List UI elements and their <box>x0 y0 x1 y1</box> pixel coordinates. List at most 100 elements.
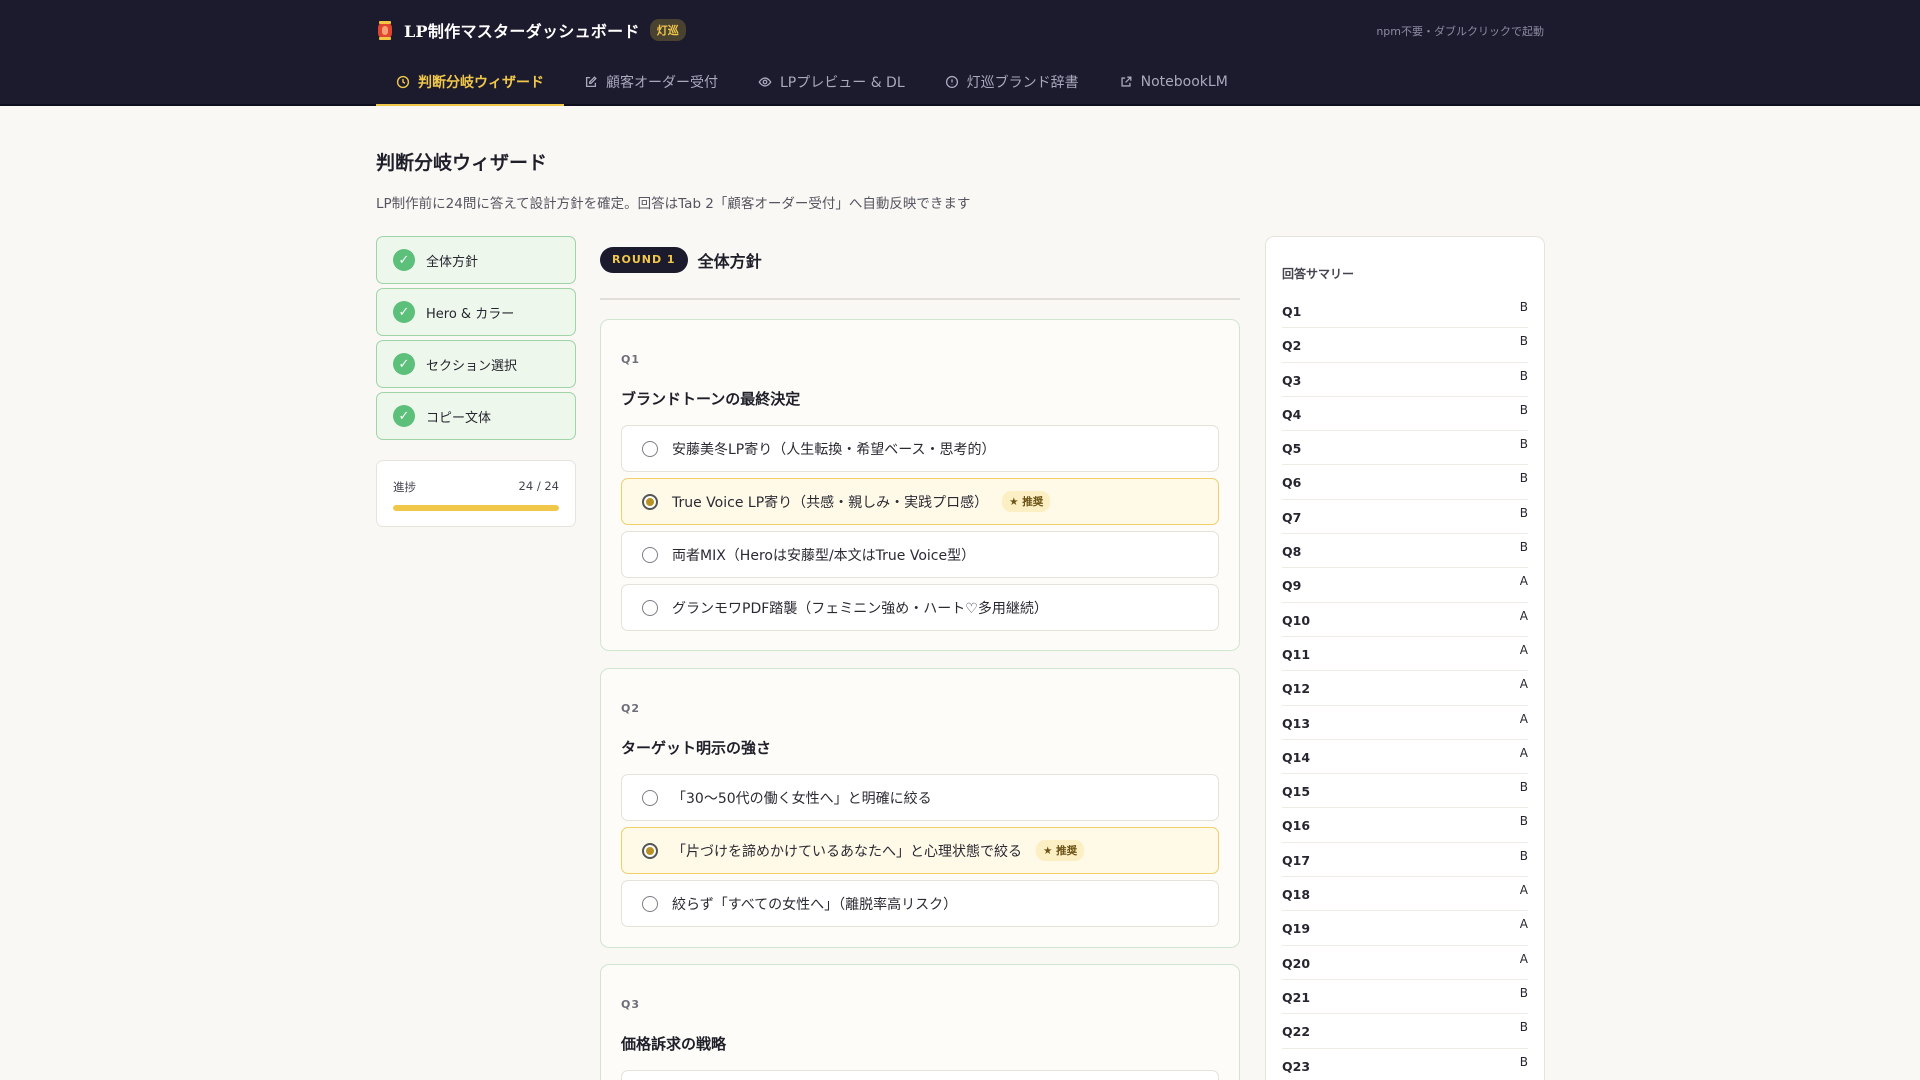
tab-order[interactable]: 顧客オーダー受付 <box>564 58 738 106</box>
option-q2-b[interactable]: 「片づけを諦めかけているあなたへ」と心理状態で絞る ★ 推奨 <box>621 827 1219 874</box>
summary-row: Q3 B <box>1282 363 1528 397</box>
summary-row: Q22 B <box>1282 1014 1528 1049</box>
summary-row: Q8 B <box>1282 534 1528 569</box>
summary-question: Q5 <box>1282 441 1302 457</box>
tab-bar: 判断分岐ウィザード 顧客オーダー受付 LPプレビュー & DL 灯巡ブランド辞書… <box>376 58 1248 106</box>
round-pill: ROUND 1 <box>600 247 688 273</box>
summary-answer: B <box>1519 1054 1528 1069</box>
option-label: True Voice LP寄り（共感・親しみ・実践プロ感） <box>672 494 989 511</box>
summary-answer: A <box>1519 745 1528 760</box>
summary-answer: A <box>1519 574 1528 589</box>
check-icon: ✓ <box>393 353 415 375</box>
tab-dictionary[interactable]: 灯巡ブランド辞書 <box>925 58 1099 106</box>
summary-row: Q18 A <box>1282 877 1528 912</box>
summary-answer: B <box>1519 814 1528 829</box>
check-icon: ✓ <box>393 405 415 427</box>
radio-button[interactable] <box>642 440 658 457</box>
option-label: 絞らず「すべての女性へ」（離脱率高リスク） <box>672 896 958 913</box>
option-label: グランモワPDF踏襲（フェミニン強め・ハート♡多用継続） <box>672 600 1048 617</box>
option-q3-a[interactable] <box>621 1070 1219 1080</box>
option-label: 両者MIX（Heroは安藤型/本文はTrue Voice型） <box>672 547 976 564</box>
radio-button[interactable] <box>642 789 658 806</box>
summary-answer: B <box>1519 402 1528 417</box>
summary-row: Q5 B <box>1282 431 1528 466</box>
option-label: 「片づけを諦めかけているあなたへ」と心理状態で絞る <box>672 843 1022 860</box>
page-title: 判断分岐ウィザード <box>376 152 548 174</box>
tab-label: 顧客オーダー受付 <box>606 75 718 91</box>
option-q1-a[interactable]: 安藤美冬LP寄り（人生転換・希望ベース・思考的） <box>621 425 1219 472</box>
summary-question: Q6 <box>1282 475 1302 491</box>
summary-row: Q7 B <box>1282 500 1528 535</box>
tab-label: 判断分岐ウィザード <box>418 75 544 91</box>
option-q2-c[interactable]: 絞らず「すべての女性へ」（離脱率高リスク） <box>621 880 1219 927</box>
tab-preview[interactable]: LPプレビュー & DL <box>738 58 925 106</box>
question-number: Q2 <box>621 702 641 715</box>
tab-notebooklm[interactable]: NotebookLM <box>1099 58 1248 106</box>
summary-answer: A <box>1519 951 1528 966</box>
option-q1-b[interactable]: True Voice LP寄り（共感・親しみ・実践プロ感） ★ 推奨 <box>621 478 1219 525</box>
option-q1-c[interactable]: 両者MIX（Heroは安藤型/本文はTrue Voice型） <box>621 531 1219 578</box>
question-card-q2: Q2 ターゲット明示の強さ 「30〜50代の働く女性へ」と明確に絞る 「片づけを… <box>600 668 1240 948</box>
round-item-copy-style[interactable]: ✓ コピー文体 <box>376 392 576 440</box>
round-label: セクション選択 <box>426 358 518 374</box>
summary-row: Q21 B <box>1282 980 1528 1015</box>
summary-row: Q10 A <box>1282 603 1528 637</box>
round-label: Hero & カラー <box>426 306 515 322</box>
summary-answer: A <box>1519 711 1528 726</box>
recommended-badge: ★ 推奨 <box>1002 491 1051 512</box>
summary-row: Q11 A <box>1282 637 1528 672</box>
summary-row: Q4 B <box>1282 397 1528 432</box>
summary-answer: B <box>1519 1020 1528 1035</box>
progress-label: 進捗 <box>393 480 416 494</box>
summary-question: Q22 <box>1282 1024 1311 1040</box>
page-description: LP制作前に24問に答えて設計方針を確定。回答はTab 2「顧客オーダー受付」へ… <box>376 196 971 212</box>
radio-button[interactable] <box>642 842 658 859</box>
round-label: コピー文体 <box>426 410 492 426</box>
radio-button[interactable] <box>642 546 658 563</box>
tab-label: 灯巡ブランド辞書 <box>966 75 1079 91</box>
summary-question: Q9 <box>1282 578 1302 594</box>
option-q2-a[interactable]: 「30〜50代の働く女性へ」と明確に絞る <box>621 774 1219 821</box>
summary-row: Q13 A <box>1282 706 1528 740</box>
question-number: Q3 <box>621 998 641 1011</box>
radio-button[interactable] <box>642 895 658 912</box>
brand-badge: 灯巡 <box>649 19 686 41</box>
summary-row: Q9 A <box>1282 568 1528 603</box>
tab-wizard[interactable]: 判断分岐ウィザード <box>376 58 564 106</box>
top-bar: LP制作マスターダッシュボード 灯巡 npm不要・ダブルクリックで起動 判断分岐… <box>0 0 1920 106</box>
summary-question: Q16 <box>1282 818 1311 834</box>
round-item-sections[interactable]: ✓ セクション選択 <box>376 340 576 388</box>
option-label: 安藤美冬LP寄り（人生転換・希望ベース・思考的） <box>672 441 996 458</box>
summary-question: Q11 <box>1282 646 1311 662</box>
round-item-hero-color[interactable]: ✓ Hero & カラー <box>376 288 576 336</box>
round-label: 全体方針 <box>426 254 479 270</box>
summary-title: 回答サマリー <box>1282 267 1355 281</box>
app-title: LP制作マスターダッシュボード <box>404 22 640 41</box>
question-title: ブランドトーンの最終決定 <box>621 390 801 408</box>
summary-row: Q12 A <box>1282 671 1528 706</box>
external-link-icon <box>1121 76 1132 87</box>
progress-count: 24 / 24 <box>518 479 559 493</box>
summary-answer: B <box>1519 334 1528 349</box>
summary-answer: A <box>1519 677 1528 692</box>
summary-row: Q17 B <box>1282 843 1528 878</box>
summary-question: Q4 <box>1282 406 1302 422</box>
eye-icon <box>758 77 772 87</box>
summary-row: Q1 B <box>1282 294 1528 329</box>
summary-question: Q7 <box>1282 509 1302 525</box>
round-list: ✓ 全体方針 ✓ Hero & カラー ✓ セクション選択 ✓ コピー文体 <box>376 236 576 444</box>
summary-row: Q14 A <box>1282 740 1528 775</box>
question-number: Q1 <box>621 353 641 366</box>
summary-row: Q19 A <box>1282 911 1528 946</box>
summary-question: Q3 <box>1282 372 1302 388</box>
round-item-overall[interactable]: ✓ 全体方針 <box>376 236 576 284</box>
radio-button[interactable] <box>642 599 658 616</box>
lantern-icon <box>376 18 394 42</box>
summary-question: Q12 <box>1282 681 1311 697</box>
summary-question: Q13 <box>1282 715 1311 731</box>
summary-list: Q1 B Q2 B Q3 B Q4 B Q5 B Q6 B Q7 B Q8 B Q9 A Q10 A Q11 A Q12 A Q… <box>1282 294 1528 1080</box>
summary-question: Q10 <box>1282 612 1311 628</box>
option-q1-d[interactable]: グランモワPDF踏襲（フェミニン強め・ハート♡多用継続） <box>621 584 1219 631</box>
summary-answer: B <box>1519 300 1528 314</box>
radio-button[interactable] <box>642 493 658 510</box>
